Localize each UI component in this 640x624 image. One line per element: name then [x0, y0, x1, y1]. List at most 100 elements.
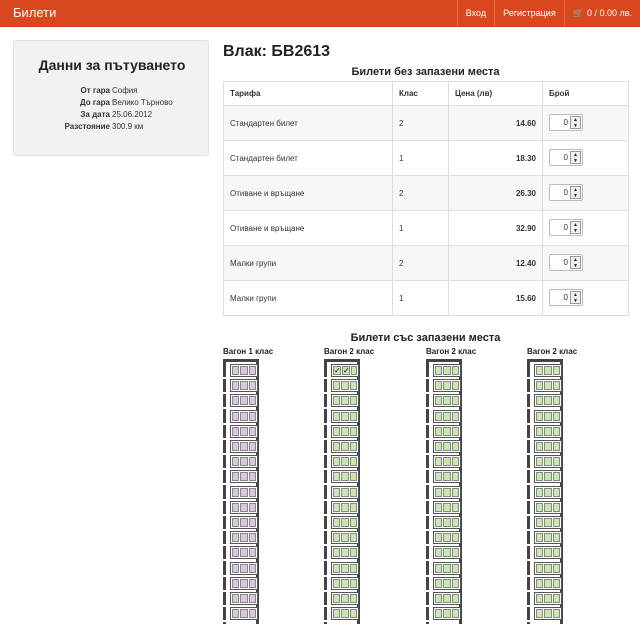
seat[interactable]	[443, 396, 451, 406]
seat[interactable]	[349, 442, 357, 451]
seat[interactable]	[333, 457, 341, 467]
seat[interactable]	[435, 457, 443, 467]
seat[interactable]	[552, 442, 560, 451]
seat[interactable]	[248, 472, 256, 482]
seat[interactable]	[232, 442, 240, 451]
seat[interactable]	[552, 457, 560, 467]
seat[interactable]	[536, 594, 544, 603]
seat[interactable]	[248, 487, 256, 497]
seat[interactable]	[248, 578, 256, 588]
cart-link[interactable]: 🛒 0 / 0.00 лв.	[563, 0, 640, 27]
seat[interactable]	[552, 533, 560, 543]
seat[interactable]	[341, 487, 349, 497]
seat[interactable]	[341, 518, 349, 527]
seat[interactable]	[552, 472, 560, 482]
seat[interactable]	[544, 548, 552, 558]
seat[interactable]	[232, 594, 240, 603]
seat[interactable]	[435, 426, 443, 436]
quantity-stepper[interactable]: 0 ▲ ▼	[549, 288, 583, 306]
seat[interactable]	[349, 396, 357, 406]
seat[interactable]	[443, 366, 451, 375]
seat[interactable]	[451, 381, 459, 391]
seat[interactable]	[240, 578, 248, 588]
seat[interactable]	[349, 502, 357, 512]
seat[interactable]	[341, 457, 349, 467]
seat[interactable]	[435, 578, 443, 588]
seat[interactable]	[232, 502, 240, 512]
seat[interactable]	[435, 502, 443, 512]
seat[interactable]	[435, 366, 443, 375]
seat[interactable]	[544, 533, 552, 543]
seat[interactable]	[443, 518, 451, 527]
quantity-stepper[interactable]: 0 ▲ ▼	[549, 218, 583, 236]
seat[interactable]	[435, 563, 443, 573]
seat[interactable]	[451, 426, 459, 436]
seat[interactable]	[536, 366, 544, 375]
seat[interactable]	[536, 472, 544, 482]
seat[interactable]	[341, 502, 349, 512]
seat[interactable]	[232, 533, 240, 543]
seat[interactable]	[536, 518, 544, 527]
seat[interactable]	[240, 381, 248, 391]
seat[interactable]	[536, 426, 544, 436]
seat[interactable]	[536, 533, 544, 543]
seat[interactable]	[536, 563, 544, 573]
seat[interactable]	[552, 381, 560, 391]
seat[interactable]	[232, 487, 240, 497]
seat[interactable]	[451, 472, 459, 482]
seat[interactable]	[435, 381, 443, 391]
seat[interactable]	[341, 442, 349, 451]
decrement-arrow-icon[interactable]: ▼	[571, 193, 580, 199]
seat[interactable]	[232, 366, 240, 375]
seat[interactable]	[351, 366, 357, 375]
seat[interactable]	[240, 442, 248, 451]
seat[interactable]	[349, 518, 357, 527]
seat[interactable]	[349, 609, 357, 619]
seat[interactable]	[443, 442, 451, 451]
seat[interactable]	[349, 381, 357, 391]
seat[interactable]	[552, 426, 560, 436]
seat[interactable]	[552, 487, 560, 497]
seat[interactable]	[341, 396, 349, 406]
seat[interactable]	[435, 487, 443, 497]
seat[interactable]	[333, 548, 341, 558]
seat[interactable]	[240, 533, 248, 543]
seat[interactable]	[552, 411, 560, 421]
seat[interactable]	[544, 442, 552, 451]
seat[interactable]	[240, 548, 248, 558]
seat[interactable]	[552, 609, 560, 619]
quantity-stepper[interactable]: 0 ▲ ▼	[549, 253, 583, 271]
seat[interactable]	[536, 548, 544, 558]
seat[interactable]	[349, 533, 357, 543]
seat[interactable]	[544, 487, 552, 497]
seat[interactable]	[443, 487, 451, 497]
seat[interactable]	[544, 457, 552, 467]
seat[interactable]	[435, 442, 443, 451]
seat[interactable]	[232, 563, 240, 573]
seat[interactable]	[451, 487, 459, 497]
seat[interactable]	[240, 609, 248, 619]
selected-seat[interactable]: ✓	[333, 366, 341, 375]
seat[interactable]	[248, 518, 256, 527]
seat[interactable]	[232, 411, 240, 421]
seat[interactable]	[341, 426, 349, 436]
seat[interactable]	[248, 563, 256, 573]
seat[interactable]	[451, 578, 459, 588]
seat[interactable]	[248, 502, 256, 512]
seat[interactable]	[333, 396, 341, 406]
seat[interactable]	[451, 594, 459, 603]
seat[interactable]	[435, 533, 443, 543]
seat[interactable]	[240, 487, 248, 497]
seat[interactable]	[240, 396, 248, 406]
seat[interactable]	[341, 594, 349, 603]
seat[interactable]	[536, 487, 544, 497]
seat[interactable]	[349, 472, 357, 482]
decrement-arrow-icon[interactable]: ▼	[571, 263, 580, 269]
seat[interactable]	[349, 426, 357, 436]
seat[interactable]	[536, 411, 544, 421]
quantity-stepper[interactable]: 0 ▲ ▼	[549, 113, 583, 131]
seat[interactable]	[232, 609, 240, 619]
seat[interactable]	[341, 578, 349, 588]
seat[interactable]	[333, 594, 341, 603]
seat[interactable]	[349, 457, 357, 467]
